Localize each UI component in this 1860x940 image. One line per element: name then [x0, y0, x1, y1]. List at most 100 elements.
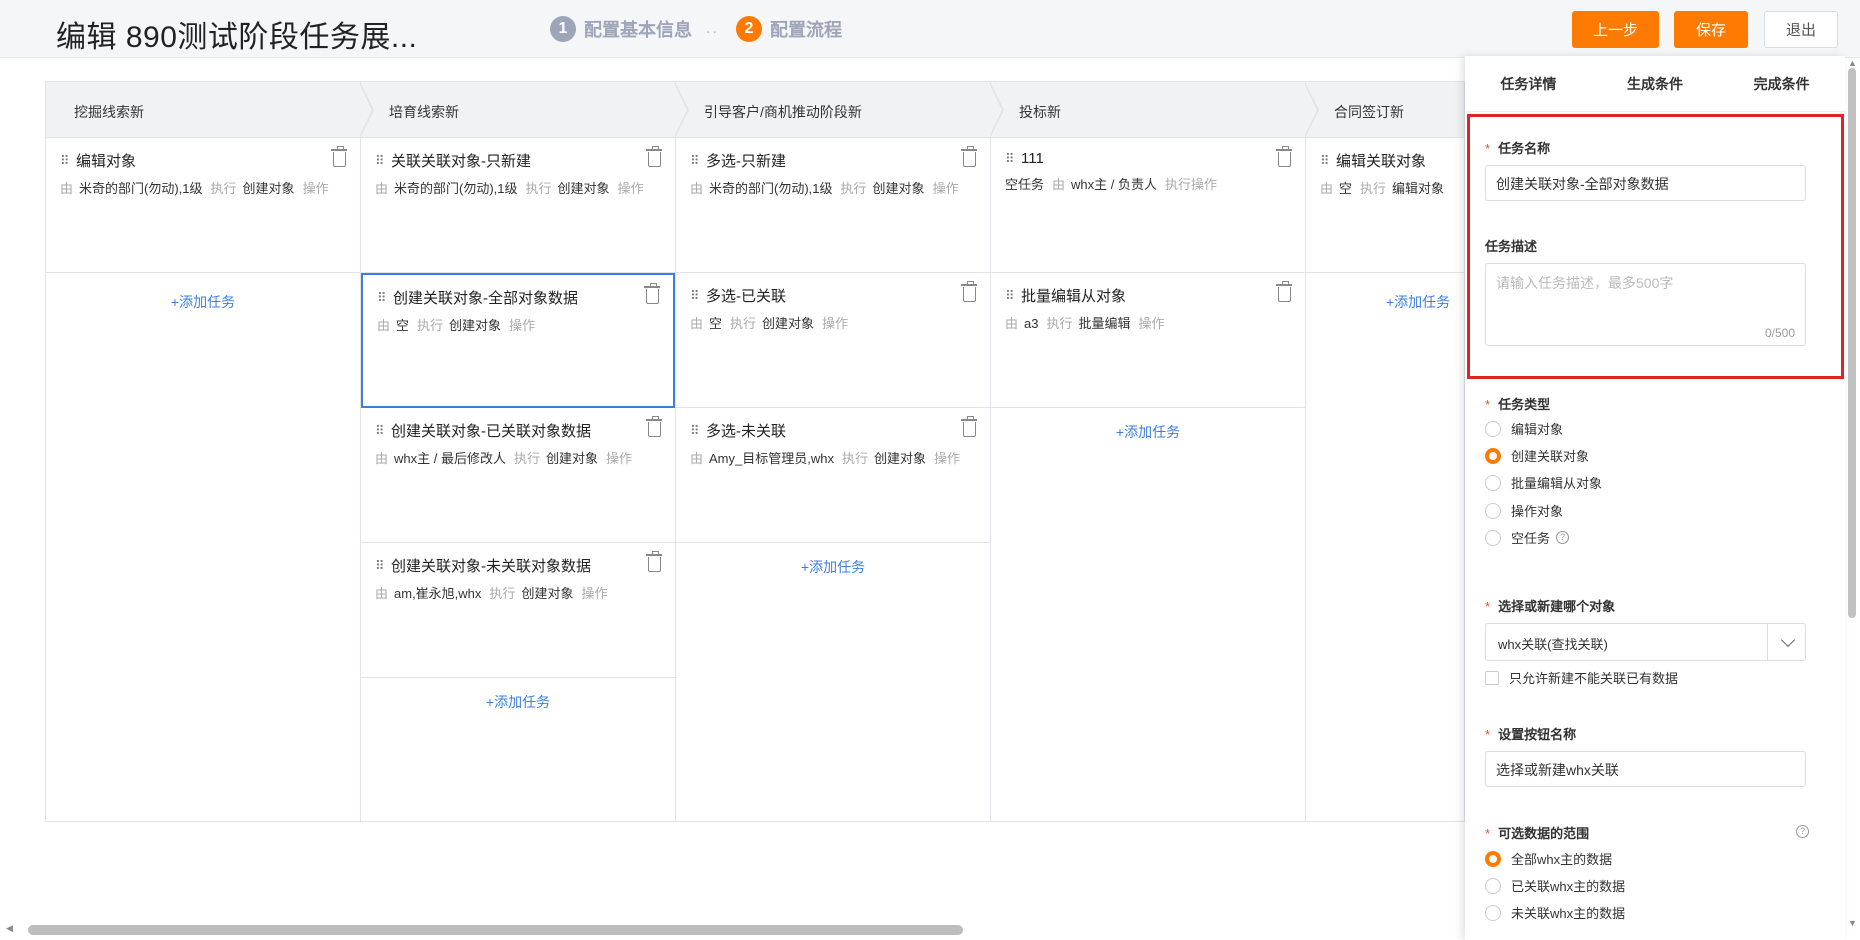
scroll-left-arrow[interactable]: ◀: [6, 923, 13, 934]
vertical-scrollbar[interactable]: [1848, 68, 1856, 618]
task-card-selected[interactable]: ⠿ 创建关联对象-全部对象数据 由空执行 创建对象 操作: [361, 273, 675, 408]
drag-handle-icon[interactable]: ⠿: [375, 424, 385, 437]
delete-icon[interactable]: [1276, 146, 1292, 167]
step-config-flow[interactable]: 2 配置流程: [736, 16, 842, 42]
add-task-link[interactable]: +添加任务: [1386, 292, 1464, 312]
task-name-label: * 任务名称: [1485, 141, 1551, 156]
help-icon[interactable]: ?: [1556, 531, 1570, 544]
task-title: 编辑对象: [76, 153, 137, 170]
task-card[interactable]: ⠿ 关联关联对象-只新建 由米奇的部门(勿动),1级 执行 创建对象 操作: [361, 138, 675, 273]
task-name-input[interactable]: 创建关联对象-全部对象数据: [1485, 165, 1806, 201]
exit-button[interactable]: 退出: [1764, 11, 1838, 48]
radio-unrelated-data[interactable]: 未关联whx主的数据: [1485, 903, 1625, 922]
task-title: 创建关联对象-未关联对象数据: [391, 558, 591, 575]
step-label-2: 配置流程: [770, 20, 842, 40]
delete-icon[interactable]: [961, 281, 977, 302]
radio-button[interactable]: [1485, 474, 1501, 491]
stage-name: 挖掘线索新: [74, 104, 144, 120]
radio-batch-edit[interactable]: 批量编辑从对象: [1485, 473, 1602, 492]
object-select-label: * 选择或新建哪个对象: [1485, 599, 1616, 614]
save-button[interactable]: 保存: [1674, 11, 1748, 48]
task-card[interactable]: ⠿ 111 空任务由 whx主 / 负责人 执行操作: [991, 138, 1305, 273]
stage-header: 合同签订新: [1306, 82, 1464, 138]
tab-generate-condition[interactable]: 生成条件: [1627, 74, 1683, 94]
radio-empty-task[interactable]: 空任务?: [1485, 528, 1570, 547]
task-card[interactable]: ⠿ 多选-已关联 由空执行 创建对象 操作: [676, 273, 990, 408]
drag-handle-icon[interactable]: ⠿: [690, 289, 700, 302]
task-meta: 由米奇的部门(勿动),1级 执行 创建对象 操作: [375, 181, 644, 196]
drag-handle-icon[interactable]: ⠿: [1005, 152, 1015, 165]
add-task-link[interactable]: +添加任务: [676, 557, 990, 577]
task-card[interactable]: ⠿ 编辑对象 由米奇的部门(勿动),1级 执行 创建对象 操作: [46, 138, 360, 273]
task-desc-label: 任务描述: [1485, 239, 1538, 254]
radio-button[interactable]: [1485, 502, 1501, 519]
radio-related-data[interactable]: 已关联whx主的数据: [1485, 876, 1625, 895]
page-header: 编辑 890测试阶段任务展... 1 配置基本信息 .. 2 配置流程 上一步 …: [0, 0, 1860, 58]
radio-edit-object[interactable]: 编辑对象: [1485, 419, 1563, 438]
tab-task-detail[interactable]: 任务详情: [1500, 74, 1556, 94]
step-basic-info[interactable]: 1 配置基本信息: [550, 16, 692, 42]
help-icon[interactable]: ?: [1796, 825, 1809, 838]
drag-handle-icon[interactable]: ⠿: [375, 154, 385, 167]
stage-column: 培育线索新 ⠿ 关联关联对象-只新建 由米奇的部门(勿动),1级 执行 创建对象 操作 …: [361, 82, 689, 821]
prev-step-button[interactable]: 上一步: [1572, 11, 1659, 48]
only-create-checkbox-row[interactable]: 只允许新建不能关联已有数据: [1485, 668, 1678, 687]
add-task-link[interactable]: +添加任务: [46, 292, 360, 312]
delete-icon[interactable]: [1276, 281, 1292, 302]
add-task-link[interactable]: +添加任务: [361, 692, 675, 712]
radio-button[interactable]: [1485, 420, 1501, 437]
task-desc-textarea[interactable]: 请输入任务描述，最多500字 0/500: [1485, 263, 1806, 346]
drag-handle-icon[interactable]: ⠿: [377, 291, 387, 304]
task-title: 多选-已关联: [706, 288, 786, 305]
button-name-input[interactable]: 选择或新建whx关联: [1485, 751, 1806, 787]
drag-handle-icon[interactable]: ⠿: [690, 424, 700, 437]
delete-icon[interactable]: [644, 283, 660, 304]
radio-button[interactable]: [1485, 904, 1501, 921]
drag-handle-icon[interactable]: ⠿: [1005, 289, 1015, 302]
horizontal-scrollbar[interactable]: [28, 925, 963, 935]
add-task-link[interactable]: +添加任务: [991, 422, 1305, 442]
stage-name: 投标新: [1019, 104, 1061, 120]
step-label-1: 配置基本信息: [584, 20, 692, 40]
task-card[interactable]: ⠿ 编辑关联对象 由空执行 编辑对象: [1306, 138, 1464, 273]
tab-complete-condition[interactable]: 完成条件: [1754, 74, 1810, 94]
radio-operate-object[interactable]: 操作对象: [1485, 501, 1563, 520]
delete-icon[interactable]: [961, 146, 977, 167]
radio-button[interactable]: [1485, 529, 1501, 546]
stage-column: 引导客户/商机推动阶段新 ⠿ 多选-只新建 由米奇的部门(勿动),1级 执行 创建对象…: [676, 82, 1004, 821]
scroll-up-arrow[interactable]: ▲: [1848, 58, 1857, 68]
task-card[interactable]: ⠿ 创建关联对象-未关联对象数据 由 am,崔永旭,whx 执行 创建对象 操作: [361, 543, 675, 678]
radio-button[interactable]: [1485, 877, 1501, 894]
radio-button-selected[interactable]: [1485, 850, 1501, 867]
radio-button-selected[interactable]: [1485, 447, 1501, 464]
task-meta: 由空执行 编辑对象: [1320, 181, 1445, 196]
data-range-label: * 可选数据的范围: [1485, 826, 1590, 841]
drag-handle-icon[interactable]: ⠿: [375, 559, 385, 572]
stage-header: 挖掘线索新: [46, 82, 374, 138]
delete-icon[interactable]: [961, 416, 977, 437]
task-title: 创建关联对象-已关联对象数据: [391, 423, 591, 440]
delete-icon[interactable]: [646, 146, 662, 167]
delete-icon[interactable]: [331, 146, 347, 167]
stage-name: 培育线索新: [389, 104, 459, 120]
task-card[interactable]: ⠿ 批量编辑从对象 由 a3 执行 批量编辑 操作: [991, 273, 1305, 408]
panel-tabs: 任务详情 生成条件 完成条件: [1465, 56, 1845, 112]
button-name-label: * 设置按钮名称: [1485, 727, 1577, 742]
task-card[interactable]: ⠿ 创建关联对象-已关联对象数据 由 whx主 / 最后修改人 执行 创建对象 操作: [361, 408, 675, 543]
char-counter: 0/500: [1764, 326, 1795, 340]
delete-icon[interactable]: [646, 416, 662, 437]
stage-header: 培育线索新: [361, 82, 689, 138]
task-title: 多选-只新建: [706, 153, 786, 170]
chevron-down-icon[interactable]: [1780, 632, 1796, 648]
delete-icon[interactable]: [646, 551, 662, 572]
scroll-down-arrow[interactable]: ▼: [1848, 918, 1857, 928]
checkbox[interactable]: [1485, 670, 1499, 685]
task-card[interactable]: ⠿ 多选-未关联 由 Amy_目标管理员,whx 执行 创建对象 操作: [676, 408, 990, 543]
drag-handle-icon[interactable]: ⠿: [690, 154, 700, 167]
drag-handle-icon[interactable]: ⠿: [60, 154, 70, 167]
task-card[interactable]: ⠿ 多选-只新建 由米奇的部门(勿动),1级 执行 创建对象 操作: [676, 138, 990, 273]
radio-all-data[interactable]: 全部whx主的数据: [1485, 849, 1612, 868]
object-select[interactable]: whx关联(查找关联): [1485, 623, 1806, 661]
drag-handle-icon[interactable]: ⠿: [1320, 154, 1330, 167]
radio-create-related[interactable]: 创建关联对象: [1485, 446, 1589, 465]
